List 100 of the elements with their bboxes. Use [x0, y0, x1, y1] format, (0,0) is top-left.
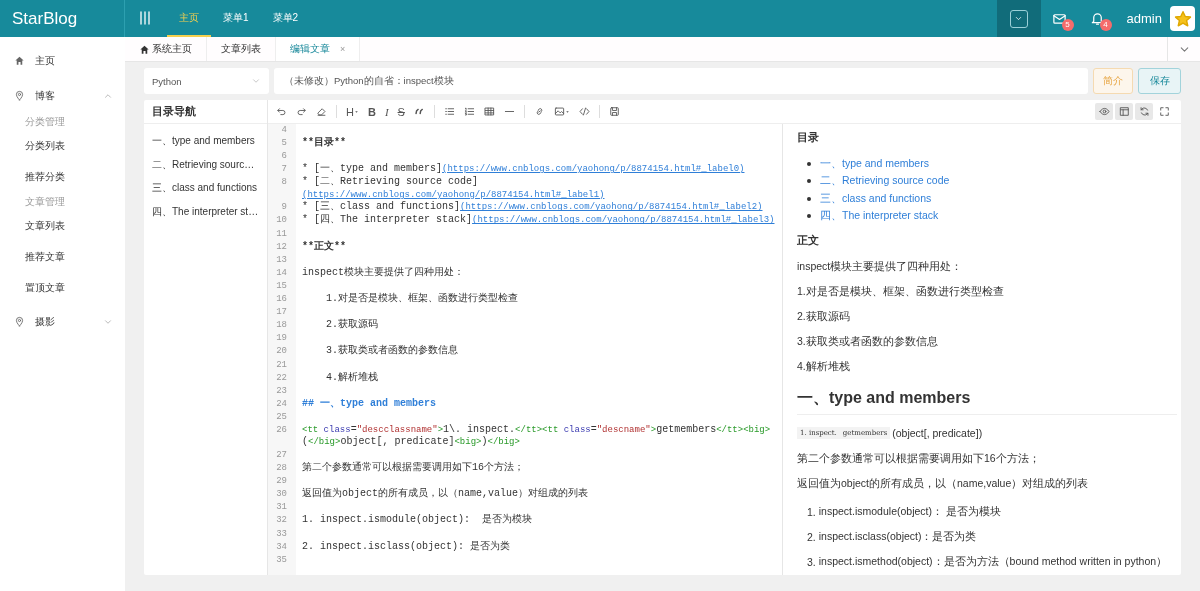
sidebar-label: 博客	[35, 88, 56, 103]
toc-link[interactable]: 一、type and members	[820, 156, 929, 171]
title-field[interactable]: （未修改）Python的自省：inspect模块	[274, 68, 1088, 94]
redo-icon[interactable]	[296, 106, 307, 117]
layout-icon	[1118, 106, 1130, 117]
sidebar-subitem[interactable]: 推荐文章	[0, 242, 125, 273]
code-line[interactable]: **目录**	[296, 137, 782, 151]
toc-link[interactable]: 一、type and members	[152, 134, 267, 158]
sync-toggle[interactable]	[1135, 103, 1153, 120]
bullet-dot	[807, 196, 811, 201]
location-pin-icon	[14, 316, 25, 327]
line-number: 30	[275, 488, 288, 502]
line-number: 28	[275, 462, 288, 476]
heading-button[interactable]: H	[346, 105, 359, 118]
code-line[interactable]: <tt class="descclassname">1\. inspect.</tt><tt class="descname">getmembers</tt><big> (</big>object[, predicate]<big>)</big>	[296, 423, 782, 449]
line-number: 11	[275, 227, 288, 241]
sidebar-label: 摄影	[35, 314, 56, 329]
image-icon[interactable]	[553, 106, 565, 117]
chevron-down-icon	[251, 76, 261, 86]
bullet-list-icon[interactable]	[443, 106, 455, 117]
quote-icon[interactable]	[413, 106, 425, 117]
page-tab[interactable]: 系统主页	[125, 37, 207, 61]
user-name[interactable]: admin	[1126, 11, 1162, 26]
code-line[interactable]: * [三、class and functions](https://www.cnblogs.com/yaohong/p/8874154.html#_label2)	[296, 201, 782, 215]
code-line[interactable]: * [二、Retrieving source code] (https://www.cnblogs.com/yaohong/p/8874154.html#_label1)	[296, 176, 782, 202]
sidebar-item[interactable]: 摄影	[0, 304, 125, 339]
list-number: 1.	[807, 506, 816, 518]
code-editor[interactable]	[268, 124, 783, 575]
list-number: 3.	[807, 556, 816, 568]
sidebar-subitem[interactable]: 置顶文章	[0, 273, 125, 304]
layout-toggle[interactable]	[1115, 103, 1133, 120]
code-line[interactable]: 1. inspect.ismodule(object): 是否为模块	[296, 514, 782, 528]
menu-icon[interactable]	[137, 10, 153, 26]
toc-link[interactable]: 四、The interpreter st…	[152, 204, 267, 228]
code-line[interactable]: 4.解析堆栈	[296, 371, 782, 385]
sidebar-item[interactable]: 博客	[0, 78, 125, 113]
dropdown-button[interactable]	[996, 0, 1041, 37]
sidebar-subitem[interactable]: 文章列表	[0, 211, 125, 242]
chevron-down-icon	[1014, 14, 1024, 23]
line-number: 26	[275, 423, 288, 437]
code-line[interactable]: * [一、type and members](https://www.cnblogs.com/yaohong/p/8874154.html#_label0)	[296, 163, 782, 177]
line-number: 14	[275, 266, 288, 280]
toc-link[interactable]: 二、Retrieving source code	[820, 174, 950, 189]
toc-link[interactable]: 三、class and functions	[152, 181, 267, 205]
nav-tab[interactable]: 菜单2	[260, 0, 311, 37]
line-number: 35	[275, 553, 288, 567]
sidebar-subitem[interactable]: 推荐分类	[0, 162, 125, 193]
code-line[interactable]: inspect模块主要提供了四种用处：	[296, 266, 782, 280]
line-number: 15	[275, 279, 288, 293]
save-icon[interactable]	[608, 106, 620, 117]
bullet-dot	[807, 179, 811, 184]
form-button[interactable]: 保存	[1138, 68, 1181, 94]
bullet-dot	[807, 214, 811, 219]
sidebar-item[interactable]: 主页	[0, 43, 125, 78]
line-number: 13	[275, 253, 288, 267]
strike-button[interactable]: S	[397, 105, 405, 118]
toc-title: 目录导航	[144, 100, 267, 124]
line-number: 34	[275, 540, 288, 554]
sidebar-subitem[interactable]: 分类列表	[0, 131, 125, 162]
avatar[interactable]	[1170, 6, 1195, 31]
code-line[interactable]: **正文**	[296, 240, 782, 254]
table-icon[interactable]	[483, 106, 495, 117]
code-line[interactable]: 返回值为object的所有成员，以（name,value）对组成的列表	[296, 488, 782, 502]
line-number: 7	[280, 163, 288, 177]
nav-tab[interactable]: 菜单1	[211, 0, 261, 37]
code-line[interactable]: 3.获取类或者函数的参数信息	[296, 345, 782, 359]
toc-link[interactable]: 三、class and functions	[820, 191, 932, 206]
mail-icon[interactable]	[1052, 11, 1068, 26]
toc-link[interactable]: 二、Retrieving sourc…	[152, 157, 267, 181]
code-icon[interactable]	[578, 106, 590, 117]
group-label: 文章管理	[24, 195, 66, 209]
home-icon	[14, 55, 25, 66]
numbered-list-icon[interactable]	[463, 106, 475, 117]
fullscreen-icon	[1158, 106, 1170, 117]
count-badge: 5	[1061, 19, 1074, 31]
code-line[interactable]: 1.对是否是模块、框架、函数进行类型检查	[296, 293, 782, 307]
code-line[interactable]: ## 一、type and members	[296, 397, 782, 411]
line-number: 10	[275, 214, 288, 228]
paragraph: 4.解析堆栈	[797, 359, 851, 374]
code-line[interactable]: 2. inspect.isclass(object): 是否为类	[296, 540, 782, 554]
eye-toggle[interactable]	[1095, 103, 1113, 120]
line-number: 16	[275, 293, 288, 307]
paragraph: 1.对是否是模块、框架、函数进行类型检查	[797, 284, 1005, 299]
code-line[interactable]: * [四、The interpreter stack](https://www.cnblogs.com/yaohong/p/8874154.html#_label3)	[296, 214, 782, 228]
section-heading: 一、type and members	[797, 387, 1177, 415]
line-number: 4	[280, 124, 288, 137]
line-number: 31	[275, 501, 288, 515]
line-number: 24	[275, 397, 288, 411]
line-number: 9	[280, 201, 288, 215]
bold-button[interactable]: B	[367, 105, 376, 118]
group-label: 分类管理	[24, 115, 66, 129]
code-line[interactable]: 2.获取源码	[296, 319, 782, 333]
eraser-icon[interactable]	[316, 106, 327, 117]
category-select[interactable]: Python	[144, 68, 269, 94]
italic-button[interactable]: I	[384, 105, 389, 118]
line-number: 32	[275, 514, 288, 528]
list-item-text: inspect.isclass(object)：是否为类	[818, 530, 977, 544]
toc-link[interactable]: 四、The interpreter stack	[820, 209, 939, 224]
code-line[interactable]: 第二个参数通常可以根据需要调用如下16个方法；	[296, 462, 782, 476]
undo-icon[interactable]	[276, 106, 287, 117]
